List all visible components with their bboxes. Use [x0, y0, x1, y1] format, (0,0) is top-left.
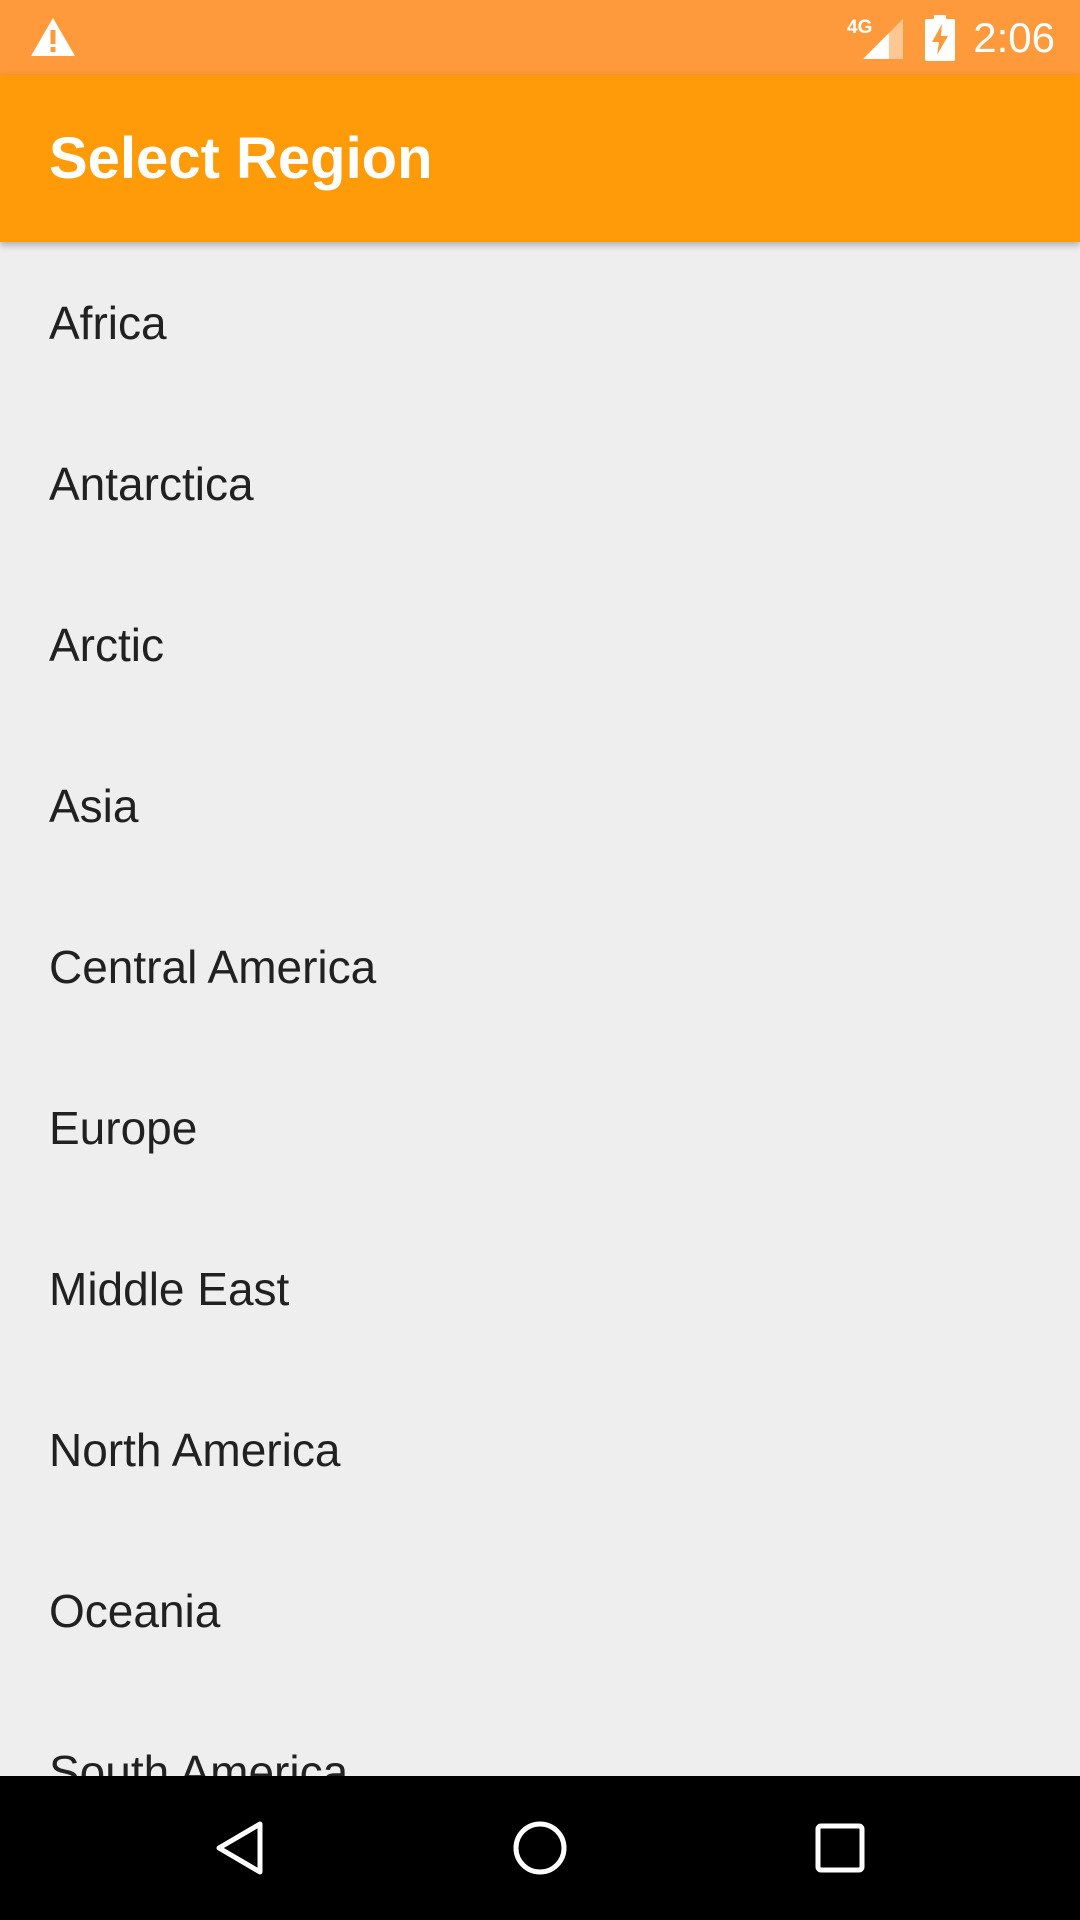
- region-label: Arctic: [49, 618, 164, 671]
- region-label: Europe: [49, 1101, 198, 1154]
- recents-icon: [815, 1823, 865, 1873]
- status-time: 2:06: [973, 14, 1055, 61]
- status-bar: 4G 2:06: [0, 0, 1080, 75]
- region-item-north-america[interactable]: North America: [0, 1369, 1080, 1530]
- region-label: Antarctica: [49, 457, 254, 510]
- signal-4g-icon: 4G: [847, 17, 904, 59]
- region-item-arctic[interactable]: Arctic: [0, 564, 1080, 725]
- app-bar: Select Region: [0, 75, 1080, 242]
- status-icons: 4G 2:06: [847, 0, 1055, 75]
- region-item-asia[interactable]: Asia: [0, 725, 1080, 886]
- region-label: North America: [49, 1423, 341, 1476]
- region-label: Oceania: [49, 1584, 221, 1637]
- region-item-oceania[interactable]: Oceania: [0, 1530, 1080, 1691]
- svg-text:4G: 4G: [847, 17, 872, 38]
- navigation-bar: [0, 1776, 1080, 1920]
- warning-icon: [31, 18, 75, 56]
- region-label: Middle East: [49, 1262, 290, 1315]
- region-label: Asia: [49, 779, 139, 832]
- back-button[interactable]: [165, 1776, 315, 1920]
- region-item-central-america[interactable]: Central America: [0, 886, 1080, 1047]
- region-label: Africa: [49, 296, 167, 349]
- home-icon: [513, 1821, 567, 1875]
- region-item-africa[interactable]: Africa: [0, 242, 1080, 403]
- region-label: South America: [49, 1745, 349, 1777]
- back-icon: [216, 1821, 263, 1875]
- region-list: Africa Antarctica Arctic Asia Central Am…: [0, 242, 1080, 1777]
- battery-charging-icon: [925, 14, 956, 61]
- page-title: Select Region: [49, 126, 433, 191]
- region-item-middle-east[interactable]: Middle East: [0, 1208, 1080, 1369]
- region-item-europe[interactable]: Europe: [0, 1047, 1080, 1208]
- region-label: Central America: [49, 940, 377, 993]
- home-button[interactable]: [465, 1776, 615, 1920]
- region-item-south-america[interactable]: South America: [0, 1691, 1080, 1777]
- region-item-antarctica[interactable]: Antarctica: [0, 403, 1080, 564]
- recents-button[interactable]: [765, 1776, 915, 1920]
